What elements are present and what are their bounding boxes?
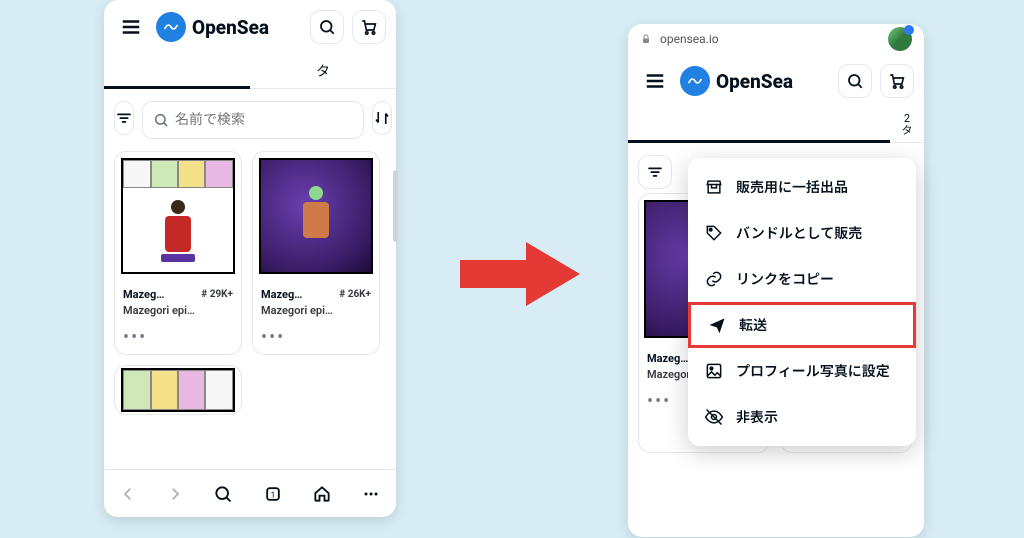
- nft-subtitle: Mazegori epi…: [261, 304, 371, 317]
- logo-icon: [156, 12, 186, 42]
- menu-label: バンドルとして販売: [736, 223, 862, 243]
- tab-collected[interactable]: [104, 54, 250, 88]
- browser-nav: 1: [104, 469, 396, 517]
- cart-button[interactable]: [880, 64, 914, 98]
- nft-title: Mazeg…: [261, 288, 302, 301]
- sort-button[interactable]: [372, 101, 392, 135]
- logo-text: OpenSea: [716, 70, 793, 93]
- search-icon: [153, 112, 169, 128]
- link-icon: [704, 269, 724, 289]
- search-button[interactable]: [310, 10, 344, 44]
- nft-thumb: [253, 152, 379, 280]
- nft-card[interactable]: Mazeg… # 29K+ Mazegori epi… •••: [114, 151, 242, 355]
- menu-item-set-profile[interactable]: プロフィール写真に設定: [688, 348, 916, 394]
- search-button[interactable]: [838, 64, 872, 98]
- nft-card[interactable]: [114, 365, 242, 415]
- logo[interactable]: OpenSea: [156, 12, 269, 42]
- scrollbar[interactable]: [393, 170, 398, 242]
- nav-forward-icon[interactable]: [166, 485, 184, 503]
- right-phone: opensea.io OpenSea 2 タ: [628, 24, 924, 537]
- menu-item-hide[interactable]: 非表示: [688, 394, 916, 440]
- nft-grid: Mazeg… # 29K+ Mazegori epi… ••• Mazeg… #…: [104, 151, 396, 415]
- hamburger-icon[interactable]: [638, 64, 672, 98]
- arrow-icon: [460, 238, 580, 310]
- tab-collected[interactable]: [628, 108, 890, 142]
- nft-rank: # 29K+: [201, 289, 233, 300]
- nav-search-icon[interactable]: [213, 484, 233, 504]
- filter-button[interactable]: [638, 155, 672, 189]
- header: OpenSea: [628, 54, 924, 108]
- context-menu: 販売用に一括出品 バンドルとして販売 リンクをコピー 転送 プロフィール写真に設…: [688, 158, 916, 446]
- tab-other[interactable]: 2 タ: [890, 108, 924, 142]
- tabs: タ: [104, 54, 396, 89]
- tag-icon: [704, 223, 724, 243]
- image-icon: [704, 361, 724, 381]
- eye-off-icon: [704, 407, 724, 427]
- cart-button[interactable]: [352, 10, 386, 44]
- nft-thumb: [115, 152, 241, 280]
- storefront-icon: [704, 177, 724, 197]
- hamburger-icon[interactable]: [114, 10, 148, 44]
- logo-text: OpenSea: [192, 16, 269, 39]
- nav-back-icon[interactable]: [119, 485, 137, 503]
- tab-other[interactable]: タ: [250, 54, 396, 88]
- menu-label: リンクをコピー: [736, 269, 834, 289]
- menu-label: 非表示: [736, 407, 778, 427]
- logo[interactable]: OpenSea: [680, 66, 793, 96]
- nav-tabs-icon[interactable]: 1: [263, 484, 283, 504]
- nft-title: Mazeg…: [647, 352, 688, 365]
- menu-item-copy-link[interactable]: リンクをコピー: [688, 256, 916, 302]
- avatar[interactable]: [888, 27, 912, 51]
- browser-bar: opensea.io: [628, 24, 924, 54]
- nft-thumb: [115, 366, 241, 414]
- lock-icon: [640, 33, 652, 45]
- menu-item-bulk-list[interactable]: 販売用に一括出品: [688, 164, 916, 210]
- menu-label: 転送: [739, 315, 767, 335]
- tabs: 2 タ: [628, 108, 924, 143]
- search-field[interactable]: [175, 112, 353, 128]
- menu-item-sell-bundle[interactable]: バンドルとして販売: [688, 210, 916, 256]
- nav-more-icon[interactable]: [361, 484, 381, 504]
- menu-item-transfer[interactable]: 転送: [688, 302, 916, 348]
- nft-rank: # 26K+: [339, 289, 371, 300]
- left-phone: OpenSea タ: [104, 0, 396, 517]
- nav-home-icon[interactable]: [312, 484, 332, 504]
- nft-card[interactable]: Mazeg… # 26K+ Mazegori epi… •••: [252, 151, 380, 355]
- send-icon: [707, 315, 727, 335]
- header: OpenSea: [104, 0, 396, 54]
- url: opensea.io: [660, 32, 719, 46]
- menu-label: 販売用に一括出品: [736, 177, 848, 197]
- nft-title: Mazeg…: [123, 288, 164, 301]
- filter-row: [104, 89, 396, 151]
- filter-button[interactable]: [114, 101, 134, 135]
- svg-text:1: 1: [270, 490, 275, 500]
- card-more-button[interactable]: •••: [253, 327, 379, 354]
- search-input[interactable]: [142, 101, 364, 139]
- logo-icon: [680, 66, 710, 96]
- card-more-button[interactable]: •••: [115, 327, 241, 354]
- menu-label: プロフィール写真に設定: [736, 361, 890, 381]
- nft-subtitle: Mazegori epi…: [123, 304, 233, 317]
